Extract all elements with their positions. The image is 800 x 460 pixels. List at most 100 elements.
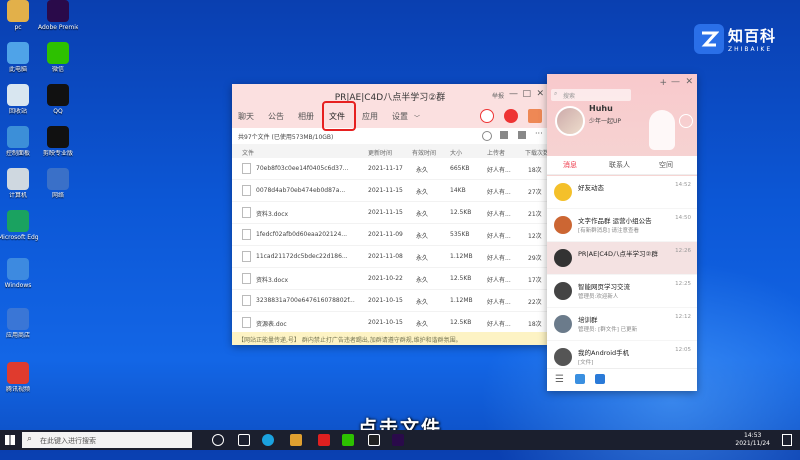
col-downloads[interactable]: 下载次数 [525,148,549,157]
app-icon [7,308,29,330]
conversation-item[interactable]: 好友动态 14:52 [547,176,697,209]
desktop-icon[interactable]: pc [0,0,38,32]
cortana-icon[interactable] [212,434,224,446]
wps-icon[interactable] [318,434,330,446]
file-name: 70eb8f03c0ee14f0405c6d37... [256,165,349,172]
conversation-avatar [554,249,572,267]
col-file[interactable]: 文件 [242,148,254,157]
windows-start-icon[interactable] [5,435,15,445]
conversation-avatar [554,183,572,201]
taskbar-clock[interactable]: 14:53 2021/11/24 [735,432,770,448]
file-row[interactable]: 70eb8f03c0ee14f0405c6d37... 2021-11-17 永久 6… [232,158,548,180]
desktop-icon[interactable]: Windows [0,258,38,290]
desktop-icon[interactable]: 剪映专业版 [38,126,78,158]
phone-icon[interactable] [480,109,494,123]
file-valid: 永久 [416,299,429,306]
desktop-icon[interactable]: 计算机 [0,168,38,200]
user-nickname[interactable]: Huhu [589,104,613,113]
task-view-icon[interactable] [238,434,250,446]
tab-settings[interactable]: 设置 [392,111,408,122]
tab-qzone[interactable]: 空间 [659,160,673,170]
tab-chat[interactable]: 聊天 [238,111,254,122]
file-row[interactable]: 资料3.docx 2021-10-22 永久 12.5KB 好人有... 17次 [232,268,548,290]
user-signature[interactable]: 少年一起UP [589,116,621,125]
desktop-icon[interactable]: 网络 [38,168,78,200]
desktop-icon[interactable]: 应用商店 [0,308,38,340]
file-name: 资源表.doc [256,321,287,328]
capcut-icon[interactable] [368,434,380,446]
conversation-item[interactable]: PR|AE|C4D八点半学习②群 12:26 [547,242,697,275]
taskbar-search-input[interactable]: ⌕ 在此键入进行搜索 [22,432,192,448]
contacts-icon[interactable] [575,374,585,384]
maximize-button[interactable]: □ [522,89,531,99]
desktop-icon-label: QQ [53,108,63,115]
add-friend-icon[interactable]: + [659,78,667,88]
wechat-icon[interactable] [342,434,354,446]
file-row[interactable]: 0078d4ab70eb474eb0d87a... 2021-11-15 永久 14K… [232,180,548,202]
minimize-button[interactable]: — [509,89,518,99]
group-window: PR|AE|C4D八点半学习②群 举报 — □ ✕ 聊天 公告 相册 文件 应用… [232,84,549,345]
tab-messages[interactable]: 消息 [563,160,577,170]
minimize-icon[interactable]: — [671,77,680,87]
app-icon [47,126,69,148]
menu-icon[interactable]: ☰ [555,374,564,385]
desktop-icon[interactable]: Adobe Premiere [38,0,78,32]
add-icon[interactable] [504,109,518,123]
desktop-icon[interactable]: 回收站 [0,84,38,116]
close-button[interactable]: ✕ [536,89,544,99]
desktop-icon[interactable]: 此电脑 [0,42,38,74]
col-size[interactable]: 大小 [450,148,462,157]
app-icon [47,0,69,22]
explorer-icon[interactable] [290,434,302,446]
edge-icon[interactable] [262,434,274,446]
report-link[interactable]: 举报 [492,91,504,100]
col-valid[interactable]: 有效时间 [412,148,436,157]
calendar-icon[interactable] [528,109,542,123]
col-uploader[interactable]: 上传者 [487,148,505,157]
qq-search-input[interactable]: ⌕ 搜索 [551,89,631,101]
weather-sun-icon[interactable] [679,114,693,128]
upload-icon[interactable] [500,131,508,139]
qq-message-list: 好友动态 14:52 文字作品群 运营小组公告 [有新群消息] 请注意查看 14:50 P… [547,176,697,374]
folder-icon[interactable] [518,131,526,139]
app-icon [7,84,29,106]
files-icon[interactable] [595,374,605,384]
chevron-down-icon[interactable]: ﹀ [414,113,420,122]
desktop-icon[interactable]: Microsoft Edge [0,210,38,242]
user-avatar[interactable] [555,106,585,136]
file-uploader: 好人有... [487,211,511,218]
desktop-icon[interactable]: QQ [38,84,78,116]
file-icon [242,163,251,174]
desktop-icon[interactable]: 腾讯视频 [0,362,38,394]
file-row[interactable]: 资料3.docx 2021-11-15 永久 12.5KB 好人有... 21次 [232,202,548,224]
col-time[interactable]: 更新时间 [368,148,392,157]
tab-contacts[interactable]: 联系人 [609,160,630,170]
tab-apps[interactable]: 应用 [362,111,378,122]
conversation-item[interactable]: 文字作品群 运营小组公告 [有新群消息] 请注意查看 14:50 [547,209,697,242]
desktop-icon[interactable]: 控制面板 [0,126,38,158]
search-icon[interactable] [482,131,492,141]
conversation-item[interactable]: 智能网页学习交流 管理员:欢迎新人 12:25 [547,275,697,308]
file-time: 2021-10-15 [368,297,403,304]
file-row[interactable]: 3238831a700e647616078802f... 2021-10-15 永久… [232,290,548,312]
file-row[interactable]: 11cad21172dc5bdec22d186... 2021-11-08 永久 1.… [232,246,548,268]
close-icon[interactable]: ✕ [685,77,693,87]
file-valid: 永久 [416,167,429,174]
notification-icon[interactable] [782,434,792,446]
more-icon[interactable]: ··· [535,129,543,138]
tab-notice[interactable]: 公告 [268,111,284,122]
app-icon [47,84,69,106]
qq-header: + — ✕ ⌕ 搜索 Huhu 少年一起UP 消息 联系人 空间 [547,74,697,176]
file-row[interactable]: 资源表.doc 2021-10-15 永久 12.5KB 好人有... 18次 [232,312,548,334]
desktop-icon[interactable]: 微信 [38,42,78,74]
logo-subtitle: ZHIBAIKE [728,46,773,53]
app-icon [7,168,29,190]
conversation-name: 文字作品群 运营小组公告 [578,217,652,225]
file-table-header: 文件 更新时间 有效时间 大小 上传者 下载次数 [232,144,549,158]
premiere-icon[interactable] [392,434,404,446]
tab-album[interactable]: 相册 [298,111,314,122]
file-row[interactable]: 1fedcf02afb0d60eaa202124... 2021-11-09 永久 5… [232,224,548,246]
file-time: 2021-11-09 [368,231,403,238]
file-uploader: 好人有... [487,255,511,262]
conversation-item[interactable]: 培训群 管理员: [群文件] 已更新 12:12 [547,308,697,341]
